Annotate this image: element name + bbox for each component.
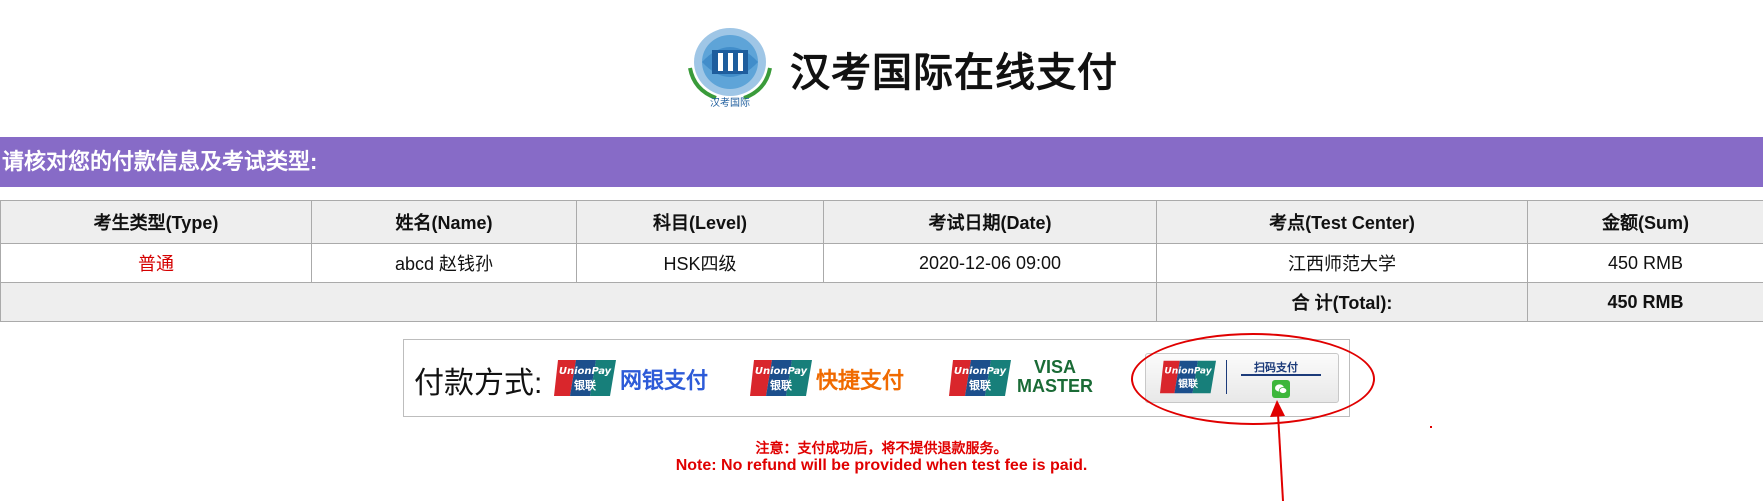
- cti-logo-icon: 汉考国际: [688, 28, 772, 108]
- svg-text:UnionPay: UnionPay: [954, 366, 1007, 377]
- cell-level: HSK四级: [576, 243, 824, 283]
- total-row: 合 计(Total): 450 RMB: [0, 282, 1763, 322]
- payment-info-table: 考生类型(Type) 姓名(Name) 科目(Level) 考试日期(Date)…: [0, 200, 1763, 322]
- col-level-header: 科目(Level): [576, 200, 824, 244]
- instruction-banner: 请核对您的付款信息及考试类型:: [0, 137, 1763, 187]
- highlight-circle: [1131, 333, 1375, 425]
- cell-sum: 450 RMB: [1527, 243, 1763, 283]
- visa-master-button[interactable]: UnionPay 银联 VISA MASTER: [949, 357, 1109, 400]
- quick-pay-button[interactable]: UnionPay 银联 快捷支付: [750, 360, 910, 400]
- page-title: 汉考国际在线支付: [790, 51, 1118, 95]
- header: 汉考国际 汉考国际在线支付: [0, 0, 1763, 120]
- total-spacer: [0, 282, 1157, 322]
- table-row: 普通 abcd 赵钱孙 HSK四级 2020-12-06 09:00 江西师范大…: [0, 243, 1763, 283]
- unionpay-icon: UnionPay 银联: [949, 360, 1011, 396]
- svg-text:银联: 银联: [770, 378, 792, 392]
- col-name-header: 姓名(Name): [311, 200, 577, 244]
- col-sum-header: 金额(Sum): [1527, 200, 1763, 244]
- table-header-row: 考生类型(Type) 姓名(Name) 科目(Level) 考试日期(Date)…: [0, 200, 1763, 244]
- cell-center: 江西师范大学: [1156, 243, 1528, 283]
- total-value: 450 RMB: [1527, 282, 1763, 322]
- logo-caption: 汉考国际: [710, 97, 750, 108]
- netbank-pay-label: 网银支付: [620, 368, 709, 393]
- cell-type: 普通: [0, 243, 312, 283]
- svg-text:UnionPay: UnionPay: [559, 366, 612, 377]
- col-center-header: 考点(Test Center): [1156, 200, 1528, 244]
- svg-text:银联: 银联: [574, 378, 596, 392]
- cell-name: abcd 赵钱孙: [311, 243, 577, 283]
- svg-text:UnionPay: UnionPay: [755, 366, 808, 377]
- unionpay-icon: UnionPay 银联: [554, 360, 616, 396]
- quick-pay-label: 快捷支付: [816, 368, 905, 393]
- stray-dot: [1430, 426, 1432, 428]
- col-date-header: 考试日期(Date): [823, 200, 1157, 244]
- refund-notice-cn: 注意：支付成功后，将不提供退款服务。: [755, 440, 1008, 456]
- col-type-header: 考生类型(Type): [0, 200, 312, 244]
- netbank-pay-button[interactable]: UnionPay 银联 网银支付: [554, 360, 714, 400]
- cell-date: 2020-12-06 09:00: [823, 243, 1157, 283]
- refund-notice-en: Note: No refund will be provided when te…: [675, 457, 1088, 474]
- svg-text:银联: 银联: [969, 378, 991, 392]
- visa-master-label: VISA MASTER: [1017, 357, 1093, 396]
- payment-method-label: 付款方式:: [414, 367, 543, 400]
- total-label: 合 计(Total):: [1156, 282, 1528, 322]
- unionpay-icon: UnionPay 银联: [750, 360, 812, 396]
